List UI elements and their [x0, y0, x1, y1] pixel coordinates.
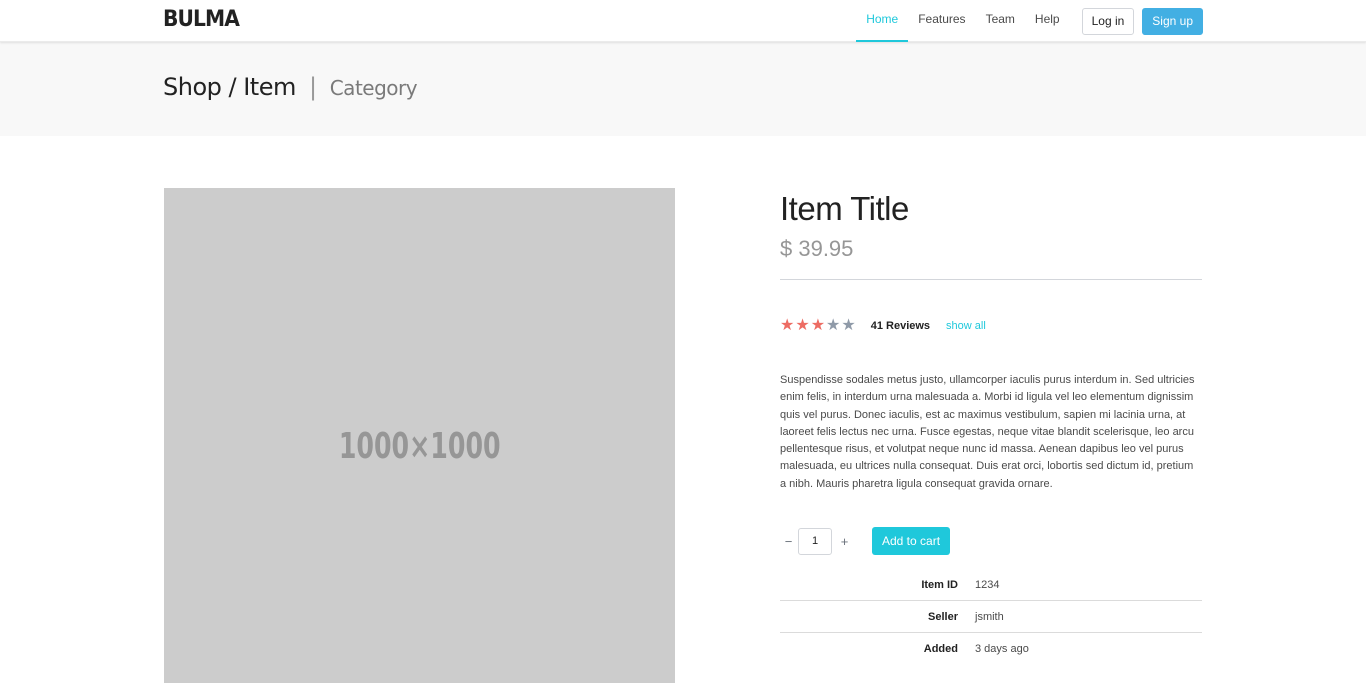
- rating-row: ★★★★★ 41 Reviews show all: [780, 317, 1202, 335]
- quantity-increase-button[interactable]: +: [836, 534, 853, 549]
- product-detail: Item Title $ 39.95 ★★★★★ 41 Reviews show…: [780, 188, 1202, 665]
- info-value: 1234: [975, 579, 1000, 592]
- nav-tab-help[interactable]: Help: [1025, 0, 1070, 42]
- nav-tab-features[interactable]: Features: [908, 0, 975, 42]
- logo[interactable]: BULMA: [163, 7, 240, 32]
- item-title: Item Title: [780, 190, 909, 227]
- page-subtitle: Category: [329, 76, 418, 100]
- login-button[interactable]: Log in: [1081, 7, 1135, 35]
- hero-section: Shop / Item | Category: [0, 42, 1366, 136]
- info-row-seller: Seller jsmith: [780, 601, 1202, 634]
- breadcrumb: Shop / Item: [163, 73, 296, 101]
- product-image: 1000×1000: [164, 188, 675, 683]
- info-key: Item ID: [921, 579, 958, 592]
- page-title: Shop / Item | Category: [163, 73, 418, 101]
- star-filled-icon: ★: [795, 317, 810, 334]
- divider: [780, 279, 1202, 280]
- star-filled-icon: ★: [780, 317, 795, 334]
- item-info-table: Item ID 1234 Seller jsmith Added 3 days …: [780, 569, 1202, 665]
- image-placeholder-label: 1000×1000: [338, 426, 501, 467]
- navbar: BULMA Home Features Team Help Log in Sig…: [0, 0, 1366, 42]
- quantity-input[interactable]: 1: [798, 527, 832, 555]
- show-all-link[interactable]: show all: [946, 320, 986, 332]
- info-key: Added: [923, 643, 958, 656]
- signup-button[interactable]: Sign up: [1142, 7, 1203, 35]
- star-empty-icon: ★: [826, 317, 841, 334]
- item-price: $ 39.95: [780, 236, 854, 261]
- nav-links: Home Features Team Help Log in Sign up: [856, 0, 1203, 42]
- info-value: jsmith: [975, 611, 1004, 624]
- info-key: Seller: [928, 611, 958, 624]
- cart-row: − 1 + Add to cart: [780, 527, 1202, 556]
- item-description: Suspendisse sodales metus justo, ullamco…: [780, 374, 1195, 490]
- star-rating: ★★★★★: [780, 317, 857, 335]
- title-separator: |: [308, 73, 317, 101]
- add-to-cart-button[interactable]: Add to cart: [872, 527, 951, 556]
- info-row-added: Added 3 days ago: [780, 633, 1202, 665]
- reviews-count: 41 Reviews: [870, 320, 931, 332]
- quantity-decrease-button[interactable]: −: [780, 534, 797, 549]
- nav-tab-team[interactable]: Team: [976, 0, 1025, 42]
- star-empty-icon: ★: [841, 317, 856, 334]
- info-row-item-id: Item ID 1234: [780, 569, 1202, 602]
- nav-tab-home[interactable]: Home: [856, 0, 909, 42]
- info-value: 3 days ago: [975, 643, 1029, 656]
- star-filled-icon: ★: [810, 317, 826, 334]
